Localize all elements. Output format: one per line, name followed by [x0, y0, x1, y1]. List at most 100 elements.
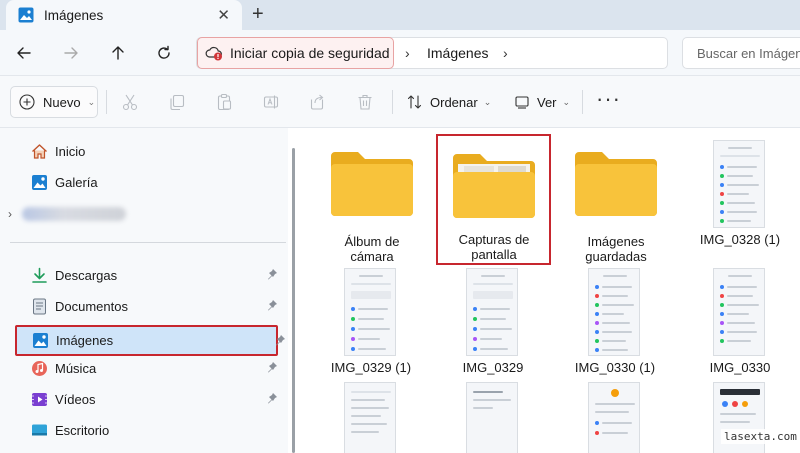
- sidebar-item-escritorio[interactable]: Escritorio: [16, 416, 282, 444]
- view-button[interactable]: Ver ⌄: [514, 90, 570, 114]
- pictures-icon: [31, 332, 49, 350]
- new-button[interactable]: Nuevo ⌄: [10, 86, 98, 118]
- sidebar-item-label: Vídeos: [55, 391, 96, 407]
- breadcrumb-imagenes[interactable]: Imágenes: [427, 45, 488, 61]
- close-tab-icon[interactable]: ✕: [217, 6, 230, 24]
- cut-button[interactable]: [120, 92, 140, 112]
- toolbar-separator: [106, 90, 107, 114]
- toolbar-separator: [392, 90, 393, 114]
- sidebar-item-descargas[interactable]: Descargas: [16, 261, 282, 289]
- forward-button[interactable]: [58, 40, 84, 66]
- home-icon: [30, 142, 48, 160]
- address-bar[interactable]: Iniciar copia de seguridad › Imágenes ›: [196, 37, 668, 69]
- command-bar: Nuevo ⌄ Ordenar ⌄ Ver ⌄ ···: [0, 76, 800, 128]
- sidebar-item-account[interactable]: ›: [8, 202, 208, 226]
- sidebar-item-label: Documentos: [55, 298, 128, 314]
- start-backup-label: Iniciar copia de seguridad: [230, 45, 390, 61]
- blurred-account-name: [22, 207, 126, 221]
- videos-icon: [30, 390, 48, 408]
- share-button[interactable]: [308, 92, 328, 112]
- navigation-pane: Inicio Galería › Descargas Documentos Im…: [0, 128, 288, 453]
- folder-album-de-camara[interactable]: Álbum de cámara: [316, 130, 428, 264]
- arrow-right-icon: [64, 47, 78, 59]
- sidebar-item-imagenes[interactable]: Imágenes: [15, 325, 278, 356]
- sort-button[interactable]: Ordenar ⌄: [407, 90, 491, 114]
- sidebar-item-videos[interactable]: Vídeos: [16, 385, 282, 413]
- file-thumbnail[interactable]: [588, 382, 640, 453]
- copy-button[interactable]: [167, 92, 187, 112]
- chevron-down-icon: ⌄: [483, 96, 492, 107]
- sidebar-item-inicio[interactable]: Inicio: [16, 137, 282, 165]
- watermark: lasexta.com: [721, 429, 800, 444]
- plus-circle-icon: [19, 94, 35, 110]
- arrow-left-icon: [17, 47, 31, 59]
- documents-icon: [30, 297, 48, 315]
- trash-icon: [358, 94, 372, 110]
- up-button[interactable]: [105, 40, 131, 66]
- folder-icon: [331, 152, 413, 216]
- title-bar: Imágenes ✕ +: [0, 0, 800, 30]
- new-button-label: Nuevo: [43, 94, 81, 110]
- file-name: IMG_0330 (1): [574, 360, 656, 375]
- toolbar-separator: [582, 90, 583, 114]
- tab-imagenes[interactable]: Imágenes ✕: [6, 0, 242, 30]
- pin-icon[interactable]: [266, 361, 278, 376]
- file-name: IMG_0330: [709, 360, 771, 375]
- sidebar-item-label: Música: [55, 360, 97, 376]
- file-name: IMG_0328 (1): [699, 232, 781, 247]
- file-thumbnail[interactable]: [466, 382, 518, 453]
- sidebar-item-label: Inicio: [55, 143, 86, 159]
- desktop-icon: [30, 421, 48, 439]
- file-thumbnail[interactable]: [344, 268, 396, 356]
- file-thumbnail[interactable]: [466, 268, 518, 356]
- folder-icon: [575, 152, 657, 216]
- pin-icon[interactable]: [266, 392, 278, 407]
- sidebar-item-label: Descargas: [55, 267, 118, 283]
- chevron-right-icon[interactable]: ›: [8, 207, 12, 221]
- file-thumbnail[interactable]: [588, 268, 640, 356]
- folder-imagenes-guardadas[interactable]: Imágenes guardadas: [560, 130, 672, 264]
- sort-icon: [407, 95, 422, 109]
- pin-icon[interactable]: [266, 268, 278, 283]
- start-backup-button[interactable]: Iniciar copia de seguridad: [197, 37, 394, 69]
- view-icon: [515, 96, 529, 109]
- folder-capturas-de-pantalla[interactable]: Capturas de pantalla: [436, 134, 551, 265]
- paste-button[interactable]: [214, 92, 234, 112]
- refresh-button[interactable]: [151, 40, 177, 66]
- pin-icon[interactable]: [266, 299, 278, 314]
- sort-label: Ordenar: [430, 94, 478, 110]
- chevron-right-icon[interactable]: ›: [405, 45, 410, 61]
- search-input[interactable]: [682, 37, 800, 69]
- sidebar-item-documentos[interactable]: Documentos: [16, 292, 282, 320]
- file-thumbnail[interactable]: [713, 268, 765, 356]
- share-icon: [310, 94, 324, 110]
- sidebar-item-musica[interactable]: Música: [16, 354, 282, 382]
- file-thumbnail[interactable]: [344, 382, 396, 453]
- sidebar-item-label: Escritorio: [55, 422, 110, 438]
- arrow-up-icon: [112, 46, 124, 60]
- more-options-icon[interactable]: ···: [596, 86, 621, 112]
- chevron-right-icon[interactable]: ›: [503, 45, 508, 61]
- folder-name: Álbum de cámara: [344, 234, 400, 264]
- sidebar-item-galeria[interactable]: Galería: [16, 168, 282, 196]
- gallery-icon: [30, 173, 48, 191]
- pin-icon[interactable]: [274, 334, 286, 349]
- new-tab-icon[interactable]: +: [252, 3, 264, 26]
- delete-button[interactable]: [355, 92, 375, 112]
- sidebar-scrollbar[interactable]: [292, 148, 295, 453]
- file-name: IMG_0329 (1): [330, 360, 412, 375]
- view-label: Ver: [537, 94, 557, 110]
- chevron-down-icon: ⌄: [562, 96, 571, 107]
- rename-button[interactable]: [261, 92, 281, 112]
- scissors-icon: [122, 94, 138, 111]
- copy-icon: [170, 94, 185, 111]
- sidebar-item-label: Galería: [55, 174, 98, 190]
- music-icon: [30, 359, 48, 377]
- file-list: Álbum de cámara Capturas de pantalla Imáge…: [300, 128, 800, 453]
- back-button[interactable]: [11, 40, 37, 66]
- rename-icon: [263, 95, 279, 109]
- chevron-down-icon: ⌄: [87, 96, 96, 107]
- file-thumbnail[interactable]: [713, 140, 765, 228]
- cloud-warning-icon: [205, 46, 222, 61]
- folder-name: Imágenes guardadas: [585, 234, 647, 264]
